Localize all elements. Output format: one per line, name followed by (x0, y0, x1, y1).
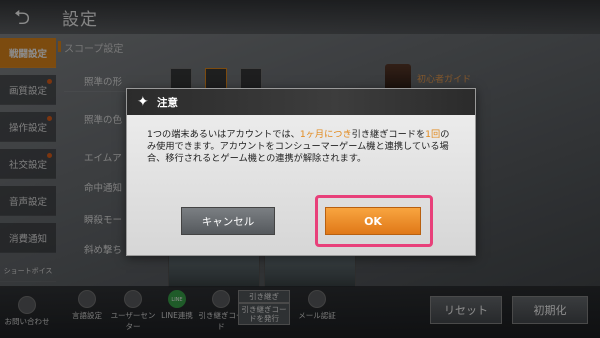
message-highlight: 1ヶ月につき (299, 129, 352, 140)
dialog-title: 注意 (157, 97, 178, 109)
alert-star-icon: ✦ (137, 94, 149, 110)
dialog-header: ✦ 注意 (127, 89, 475, 115)
confirm-dialog: ✦ 注意 1つの端末あるいはアカウントでは、1ヶ月につき引き継ぎコードを1回のみ… (126, 88, 476, 256)
message-highlight: 1回 (425, 129, 441, 140)
message-text: 引き継ぎコードを (351, 129, 426, 140)
cancel-button[interactable]: キャンセル (181, 207, 275, 235)
message-text: 1つの端末あるいはアカウントでは、 (147, 129, 300, 140)
dialog-message: 1つの端末あるいはアカウントでは、1ヶ月につき引き継ぎコードを1回のみ使用できま… (147, 129, 457, 165)
ok-button[interactable]: OK (325, 207, 421, 235)
